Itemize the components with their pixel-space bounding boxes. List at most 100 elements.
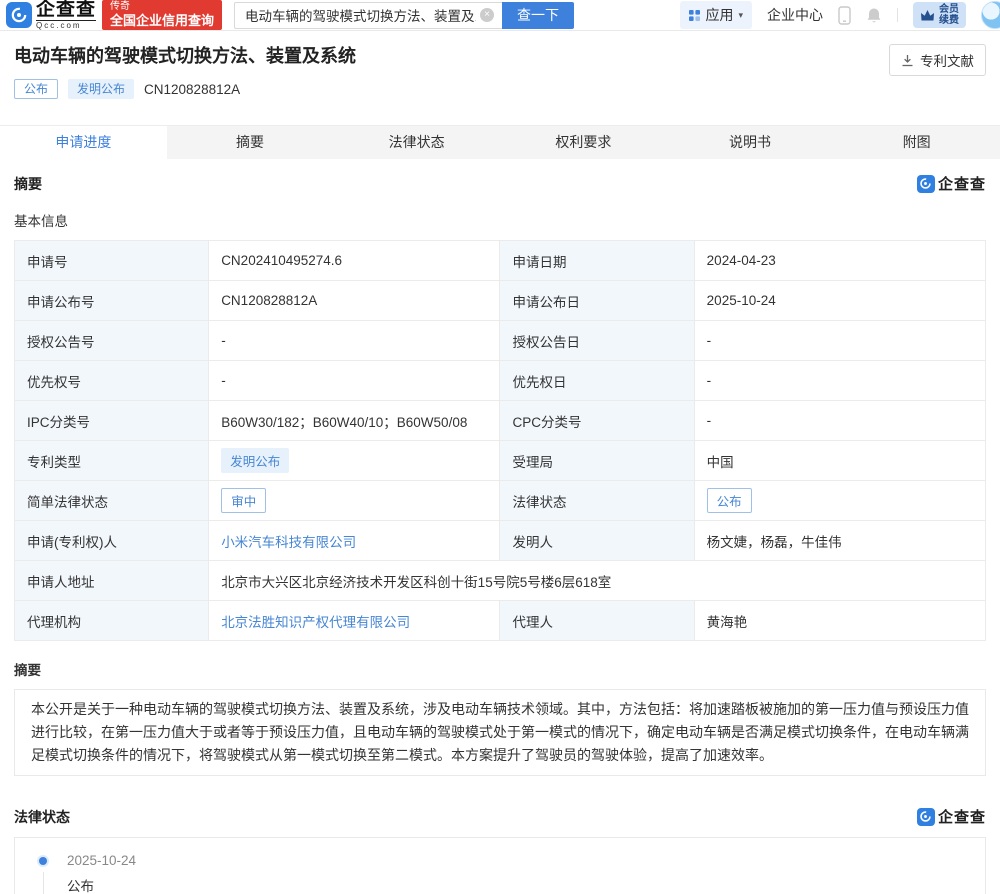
chevron-down-icon: ▾ (738, 10, 743, 21)
publication-number: CN120828812A (144, 82, 240, 97)
patent-type-tag: 发明公布 (221, 448, 289, 473)
info-value: 2025-10-24 (694, 281, 985, 321)
table-row: IPC分类号 B60W30/182；B60W40/10；B60W50/08 CP… (15, 401, 986, 441)
promo-line1: 传奇 (110, 1, 214, 13)
tab-application-progress[interactable]: 申请进度 (0, 126, 167, 159)
table-row: 授权公告号 - 授权公告日 - (15, 321, 986, 361)
info-label: 法律状态 (500, 481, 694, 521)
abstract-text: 本公开是关于一种电动车辆的驾驶模式切换方法、装置及系统，涉及电动车辆技术领域。其… (14, 689, 986, 776)
promo-line2: 全国企业信用查询 (110, 13, 214, 28)
info-label: 专利类型 (15, 441, 209, 481)
agency-link[interactable]: 北京法胜知识产权代理有限公司 (221, 615, 410, 630)
table-row: 简单法律状态 审中 法律状态 公布 (15, 481, 986, 521)
tab-bar: 申请进度 摘要 法律状态 权利要求 说明书 附图 (0, 125, 1000, 159)
applicant-link[interactable]: 小米汽车科技有限公司 (221, 535, 356, 550)
top-header: 企查查 Qcc.com 传奇 全国企业信用查询 × 查一下 应用 ▾ 企业中心 (0, 0, 1000, 31)
abstract-sub-title: 摘要 (14, 659, 986, 679)
apps-label: 应用 (705, 5, 733, 25)
search-bar: × 查一下 (234, 2, 574, 29)
qcc-logo[interactable]: 企查查 Qcc.com (6, 0, 96, 30)
qcc-logo-icon (6, 2, 32, 28)
avatar[interactable] (981, 1, 1000, 29)
info-label: 申请公布日 (500, 281, 694, 321)
apps-menu[interactable]: 应用 ▾ (680, 1, 752, 29)
tab-claims[interactable]: 权利要求 (500, 126, 667, 159)
member-renew-badge[interactable]: 会员 续费 (913, 2, 966, 28)
info-label: 受理局 (500, 441, 694, 481)
info-label: 申请公布号 (15, 281, 209, 321)
timeline-line (43, 872, 44, 894)
search-input[interactable] (234, 2, 502, 29)
crown-icon (920, 9, 935, 22)
watermark-text: 企查查 (938, 806, 986, 827)
info-value: - (209, 321, 500, 361)
info-value: B60W30/182；B60W40/10；B60W50/08 (209, 401, 500, 441)
patent-type-badge: 发明公布 (68, 79, 134, 99)
info-value: 中国 (694, 441, 985, 481)
legal-status-section-head: 法律状态 企查查 (14, 806, 986, 827)
legal-status-title: 法律状态 (14, 807, 70, 827)
abstract-section-head: 摘要 企查查 (14, 173, 986, 194)
apps-grid-icon (689, 10, 700, 21)
timeline-dot-icon (39, 857, 47, 865)
logo-subtext: Qcc.com (36, 20, 96, 30)
patent-document-label: 专利文献 (920, 50, 974, 70)
enterprise-center-link[interactable]: 企业中心 (767, 5, 823, 25)
timeline-date: 2025-10-24 (67, 852, 961, 870)
info-value: 2024-04-23 (694, 241, 985, 281)
info-value: CN202410495274.6 (209, 241, 500, 281)
info-value: CN120828812A (209, 281, 500, 321)
info-label: 申请日期 (500, 241, 694, 281)
tab-legal-status[interactable]: 法律状态 (333, 126, 500, 159)
info-label: 申请号 (15, 241, 209, 281)
promo-banner[interactable]: 传奇 全国企业信用查询 (102, 0, 222, 30)
info-label: 优先权日 (500, 361, 694, 401)
logo-name: 企查查 (36, 0, 96, 19)
table-row: 优先权号 - 优先权日 - (15, 361, 986, 401)
notification-bell-icon[interactable] (866, 7, 882, 24)
info-value: 北京法胜知识产权代理有限公司 (209, 601, 500, 641)
member-line1: 会员 (939, 4, 959, 15)
search-button[interactable]: 查一下 (502, 2, 574, 29)
info-value: 小米汽车科技有限公司 (209, 521, 500, 561)
info-label: 授权公告号 (15, 321, 209, 361)
qcc-watermark: 企查查 (917, 806, 986, 827)
info-label: 申请(专利权)人 (15, 521, 209, 561)
info-label: CPC分类号 (500, 401, 694, 441)
table-row: 申请号 CN202410495274.6 申请日期 2024-04-23 (15, 241, 986, 281)
info-value: 黄海艳 (694, 601, 985, 641)
table-row: 申请公布号 CN120828812A 申请公布日 2025-10-24 (15, 281, 986, 321)
qcc-watermark: 企查查 (917, 173, 986, 194)
info-value: - (209, 361, 500, 401)
info-value: 公布 (694, 481, 985, 521)
info-label: 代理机构 (15, 601, 209, 641)
qcc-watermark-icon (917, 175, 935, 193)
mobile-app-icon[interactable] (838, 6, 851, 25)
timeline-status: 公布 (67, 878, 961, 894)
patent-document-button[interactable]: 专利文献 (889, 44, 986, 76)
page-title: 电动车辆的驾驶模式切换方法、装置及系统 (14, 43, 986, 69)
patent-title-section: 电动车辆的驾驶模式切换方法、装置及系统 公布 发明公布 CN120828812A… (0, 31, 1000, 113)
info-label: 申请人地址 (15, 561, 209, 601)
tab-figures[interactable]: 附图 (833, 126, 1000, 159)
info-value: 发明公布 (209, 441, 500, 481)
tab-description[interactable]: 说明书 (667, 126, 834, 159)
clear-search-icon[interactable]: × (480, 8, 494, 22)
info-value: 杨文婕，杨磊，牛佳伟 (694, 521, 985, 561)
basic-info-title: 基本信息 (14, 210, 986, 230)
info-label: 发明人 (500, 521, 694, 561)
table-row: 申请人地址 北京市大兴区北京经济技术开发区科创十街15号院5号楼6层618室 (15, 561, 986, 601)
legal-status-tag: 公布 (707, 488, 752, 513)
info-label: 授权公告日 (500, 321, 694, 361)
timeline-item: 2025-10-24 公布 (39, 852, 961, 894)
info-label: 优先权号 (15, 361, 209, 401)
info-value: 审中 (209, 481, 500, 521)
table-row: 专利类型 发明公布 受理局 中国 (15, 441, 986, 481)
tab-abstract[interactable]: 摘要 (167, 126, 334, 159)
header-right-nav: 应用 ▾ 企业中心 会员 续费 (680, 1, 1000, 29)
watermark-text: 企查查 (938, 173, 986, 194)
info-label: 简单法律状态 (15, 481, 209, 521)
info-value: - (694, 361, 985, 401)
info-value: 北京市大兴区北京经济技术开发区科创十街15号院5号楼6层618室 (209, 561, 986, 601)
table-row: 代理机构 北京法胜知识产权代理有限公司 代理人 黄海艳 (15, 601, 986, 641)
